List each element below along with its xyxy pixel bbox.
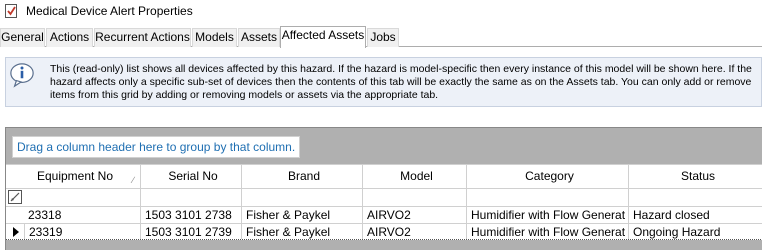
cell-status[interactable]: Hazard closed: [628, 207, 762, 223]
cell-brand[interactable]: Fisher & Paykel: [241, 207, 362, 223]
affected-assets-grid[interactable]: Drag a column header here to group by th…: [5, 127, 762, 250]
cell-serial-no[interactable]: 1503 3101 2738: [140, 207, 241, 223]
column-header-equipment-no[interactable]: Equipment No ∕: [6, 165, 140, 188]
tab-models[interactable]: Models: [192, 28, 237, 47]
group-by-hint: Drag a column header here to group by th…: [12, 136, 301, 158]
info-panel: This (read-only) list shows all devices …: [5, 57, 762, 107]
tab-general[interactable]: General: [0, 28, 45, 47]
filter-cell[interactable]: [241, 189, 362, 206]
cell-equipment-no[interactable]: 23318: [24, 207, 140, 223]
column-header-brand[interactable]: Brand: [241, 165, 362, 188]
column-header-category[interactable]: Category: [466, 165, 628, 188]
window-title: Medical Device Alert Properties: [26, 4, 193, 18]
cell-status[interactable]: Ongoing Hazard: [628, 224, 762, 239]
cell-serial-no[interactable]: 1503 3101 2739: [140, 224, 241, 239]
cell-model[interactable]: AIRVO2: [362, 207, 466, 223]
tab-actions[interactable]: Actions: [46, 28, 93, 47]
column-header-label: Equipment No: [36, 169, 114, 183]
properties-icon: [5, 4, 17, 18]
row-selector[interactable]: [6, 224, 24, 239]
cell-category[interactable]: Humidifier with Flow Generat: [466, 207, 628, 223]
tab-recurrent-actions[interactable]: Recurrent Actions: [94, 28, 191, 47]
filter-row[interactable]: [6, 188, 762, 206]
cell-model[interactable]: AIRVO2: [362, 224, 466, 239]
title-bar: Medical Device Alert Properties: [0, 0, 762, 22]
tab-jobs[interactable]: Jobs: [367, 28, 399, 47]
filter-cell[interactable]: [628, 189, 762, 206]
cell-equipment-no[interactable]: 23319: [24, 224, 140, 239]
cell-category[interactable]: Humidifier with Flow Generat: [466, 224, 628, 239]
current-row-arrow-icon: [13, 227, 19, 237]
group-panel[interactable]: Drag a column header here to group by th…: [6, 128, 762, 164]
sort-icon: ∕: [132, 175, 134, 185]
tab-affected-assets[interactable]: Affected Assets: [280, 26, 366, 48]
column-header-serial-no[interactable]: Serial No: [140, 165, 241, 188]
cell-brand[interactable]: Fisher & Paykel: [241, 224, 362, 239]
table-row[interactable]: 23319 1503 3101 2739 Fisher & Paykel AIR…: [6, 223, 762, 240]
tab-strip: General Actions Recurrent Actions Models…: [0, 26, 762, 48]
tab-assets[interactable]: Assets: [238, 28, 280, 47]
column-header-row: Equipment No ∕ Serial No Brand Model Cat…: [6, 164, 762, 188]
column-header-model[interactable]: Model: [362, 165, 466, 188]
filter-cell[interactable]: [140, 189, 241, 206]
filter-row-selector[interactable]: [6, 189, 24, 206]
info-icon: [10, 63, 34, 88]
table-row[interactable]: 23318 1503 3101 2738 Fisher & Paykel AIR…: [6, 206, 762, 223]
info-text: This (read-only) list shows all devices …: [50, 63, 752, 101]
filter-cell[interactable]: [362, 189, 466, 206]
column-header-status[interactable]: Status: [628, 165, 762, 188]
filter-edit-icon[interactable]: [8, 190, 22, 204]
filter-cell[interactable]: [466, 189, 628, 206]
